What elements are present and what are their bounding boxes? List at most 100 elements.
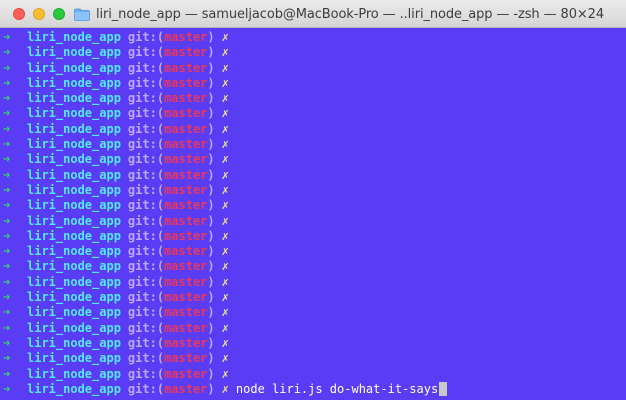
prompt-git-label: git: <box>127 198 157 213</box>
prompt-line: ➜ liri_node_app git:(master) ✗ <box>3 367 626 382</box>
minimize-button[interactable] <box>33 8 45 20</box>
prompt-line: ➜ liri_node_app git:(master) ✗ <box>3 305 626 320</box>
prompt-directory: liri_node_app <box>27 305 121 320</box>
prompt-arrow-icon: ➜ <box>3 259 11 274</box>
prompt-git-label: git: <box>127 305 157 320</box>
prompt-branch: master <box>164 244 208 259</box>
prompt-arrow-icon: ➜ <box>3 182 11 197</box>
prompt-git-label: git: <box>127 366 157 381</box>
prompt-arrow-icon: ➜ <box>3 305 11 320</box>
prompt-close-paren: ) <box>207 137 215 152</box>
prompt-dirty-icon: ✗ <box>221 305 229 320</box>
title-bar[interactable]: liri_node_app — samueljacob@MacBook-Pro … <box>0 0 626 28</box>
prompt-dirty-icon: ✗ <box>221 60 229 75</box>
prompt-git-label: git: <box>127 182 157 197</box>
prompt-line: ➜ liri_node_app git:(master) ✗ <box>3 244 626 259</box>
prompt-close-paren: ) <box>207 366 215 381</box>
prompt-open-paren: ( <box>156 121 165 136</box>
prompt-open-paren: ( <box>156 290 165 305</box>
prompt-open-paren: ( <box>156 91 165 106</box>
prompt-open-paren: ( <box>156 335 165 350</box>
prompt-branch: master <box>164 305 208 320</box>
prompt-arrow-icon: ➜ <box>3 228 11 243</box>
prompt-arrow-icon: ➜ <box>3 381 11 396</box>
prompt-git-label: git: <box>127 213 157 228</box>
prompt-directory: liri_node_app <box>27 320 121 335</box>
prompt-directory: liri_node_app <box>27 228 121 243</box>
prompt-line: ➜ liri_node_app git:(master) ✗ <box>3 321 626 336</box>
prompt-directory: liri_node_app <box>27 106 121 121</box>
prompt-line: ➜ liri_node_app git:(master) ✗ <box>3 168 626 183</box>
prompt-directory: liri_node_app <box>27 152 121 167</box>
prompt-close-paren: ) <box>207 60 215 75</box>
prompt-branch: master <box>164 45 208 60</box>
prompt-dirty-icon: ✗ <box>221 152 229 167</box>
prompt-close-paren: ) <box>207 45 215 60</box>
prompt-arrow-icon: ➜ <box>3 320 11 335</box>
prompt-open-paren: ( <box>156 30 165 44</box>
prompt-directory: liri_node_app <box>27 351 121 366</box>
prompt-line: ➜ liri_node_app git:(master) ✗ <box>3 76 626 91</box>
prompt-line: ➜ liri_node_app git:(master) ✗ <box>3 275 626 290</box>
prompt-line: ➜ liri_node_app git:(master) ✗ <box>3 198 626 213</box>
prompt-close-paren: ) <box>207 213 215 228</box>
prompt-directory: liri_node_app <box>27 91 121 106</box>
prompt-line: ➜ liri_node_app git:(master) ✗ <box>3 336 626 351</box>
prompt-git-label: git: <box>127 228 157 243</box>
prompt-line: ➜ liri_node_app git:(master) ✗ <box>3 106 626 121</box>
prompt-arrow-icon: ➜ <box>3 45 11 60</box>
prompt-open-paren: ( <box>156 182 165 197</box>
prompt-dirty-icon: ✗ <box>221 106 229 121</box>
zoom-button[interactable] <box>53 8 65 20</box>
prompt-dirty-icon: ✗ <box>221 290 229 305</box>
prompt-open-paren: ( <box>156 75 165 90</box>
prompt-open-paren: ( <box>156 366 165 381</box>
prompt-line: ➜ liri_node_app git:(master) ✗ <box>3 214 626 229</box>
prompt-branch: master <box>164 228 208 243</box>
prompt-branch: master <box>164 320 208 335</box>
prompt-dirty-icon: ✗ <box>221 198 229 213</box>
prompt-arrow-icon: ➜ <box>3 274 11 289</box>
prompt-git-label: git: <box>127 152 157 167</box>
prompt-branch: master <box>164 381 208 396</box>
prompt-arrow-icon: ➜ <box>3 167 11 182</box>
prompt-open-paren: ( <box>156 351 165 366</box>
prompt-close-paren: ) <box>207 167 215 182</box>
prompt-directory: liri_node_app <box>27 290 121 305</box>
text-cursor <box>439 382 448 397</box>
prompt-dirty-icon: ✗ <box>221 213 229 228</box>
prompt-close-paren: ) <box>207 274 215 289</box>
prompt-close-paren: ) <box>207 182 215 197</box>
prompt-arrow-icon: ➜ <box>3 91 11 106</box>
prompt-branch: master <box>164 335 208 350</box>
prompt-close-paren: ) <box>207 259 215 274</box>
prompt-open-paren: ( <box>156 152 165 167</box>
prompt-arrow-icon: ➜ <box>3 30 11 44</box>
prompt-open-paren: ( <box>156 213 165 228</box>
close-button[interactable] <box>13 8 25 20</box>
prompt-git-label: git: <box>127 30 157 44</box>
prompt-dirty-icon: ✗ <box>221 30 229 44</box>
prompt-directory: liri_node_app <box>27 137 121 152</box>
prompt-line: ➜ liri_node_app git:(master) ✗ <box>3 30 626 45</box>
terminal-output[interactable]: ➜ liri_node_app git:(master) ✗ ➜ liri_node_ap… <box>0 29 626 400</box>
prompt-open-paren: ( <box>156 167 165 182</box>
prompt-branch: master <box>164 60 208 75</box>
window-controls <box>13 8 65 20</box>
prompt-directory: liri_node_app <box>27 60 121 75</box>
prompt-line: ➜ liri_node_app git:(master) ✗ <box>3 229 626 244</box>
prompt-branch: master <box>164 259 208 274</box>
prompt-arrow-icon: ➜ <box>3 351 11 366</box>
prompt-directory: liri_node_app <box>27 75 121 90</box>
prompt-arrow-icon: ➜ <box>3 75 11 90</box>
prompt-arrow-icon: ➜ <box>3 335 11 350</box>
prompt-dirty-icon: ✗ <box>221 366 229 381</box>
prompt-git-label: git: <box>127 137 157 152</box>
prompt-dirty-icon: ✗ <box>221 320 229 335</box>
prompt-dirty-icon: ✗ <box>221 137 229 152</box>
prompt-branch: master <box>164 182 208 197</box>
command-input[interactable]: node liri.js do-what-it-says <box>236 382 438 397</box>
prompt-git-label: git: <box>127 320 157 335</box>
prompt-git-label: git: <box>127 244 157 259</box>
prompt-git-label: git: <box>127 274 157 289</box>
